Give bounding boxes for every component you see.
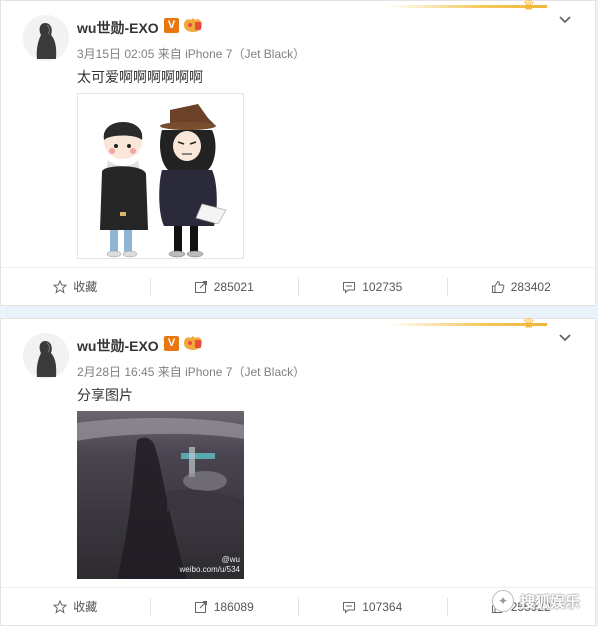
comment-button[interactable]: 107364 [298, 588, 447, 625]
verified-badge[interactable]: V [164, 336, 179, 351]
chevron-down-icon[interactable] [557, 329, 573, 345]
star-icon [53, 279, 68, 294]
weibo-post-card: ♛ wu世勋-EXO V 2月28日 16:45 来自 iPhone 7（Jet… [0, 315, 596, 626]
repost-icon [194, 600, 207, 613]
repost-button[interactable]: 186089 [149, 588, 299, 625]
post-timestamp[interactable]: 3月15日 02:05 [77, 47, 154, 61]
post-meta: 2月28日 16:45 来自 iPhone 7（Jet Black） [77, 363, 305, 380]
post-timestamp[interactable]: 2月28日 16:45 [77, 365, 154, 379]
username[interactable]: wu世勋-EXO [77, 336, 159, 356]
favorite-button[interactable]: 收藏 [1, 268, 150, 305]
crown-icon: ♛ [522, 315, 535, 331]
comment-count: 107364 [362, 599, 403, 614]
watermark-text: 搜狐娱乐 [519, 593, 580, 611]
weibo-post-card: ♛ wu世勋-EXO V 3月15日 02:05 来自 iPhone 7（Jet… [0, 0, 596, 306]
post-meta: 3月15日 02:05 来自 iPhone 7（Jet Black） [77, 45, 305, 62]
star-icon [53, 599, 68, 614]
thumbs-up-icon [491, 280, 505, 293]
post-image-cartoon[interactable] [77, 93, 244, 259]
post-source: 来自 iPhone 7（Jet Black） [157, 47, 306, 61]
vip-icon[interactable] [182, 334, 204, 352]
repost-count: 285021 [213, 279, 254, 294]
avatar[interactable] [23, 333, 69, 379]
username[interactable]: wu世勋-EXO [77, 18, 159, 38]
sohu-logo-icon: ✦ [491, 590, 514, 612]
repost-count: 186089 [213, 599, 254, 614]
post-image-photo[interactable]: @wu weibo.com/u/534 [77, 411, 244, 579]
post-text: 分享图片 [77, 387, 133, 403]
verified-badge[interactable]: V [164, 18, 179, 33]
crown-icon: ♛ [522, 0, 535, 13]
comment-count: 102735 [362, 279, 403, 294]
favorite-label: 收藏 [73, 280, 98, 294]
sohu-watermark: ✦ 搜狐娱乐 [491, 590, 580, 612]
comment-icon [343, 601, 356, 614]
favorite-button[interactable]: 收藏 [1, 588, 150, 625]
avatar[interactable] [23, 15, 69, 61]
chevron-down-icon[interactable] [557, 11, 573, 27]
post-text: 太可爱啊啊啊啊啊啊 [77, 69, 203, 85]
comment-button[interactable]: 102735 [298, 268, 447, 305]
comment-icon [343, 281, 356, 294]
post-source: 来自 iPhone 7（Jet Black） [157, 365, 306, 379]
image-watermark: @wu weibo.com/u/534 [179, 555, 240, 574]
favorite-label: 收藏 [73, 600, 98, 614]
action-bar: 收藏 285021 102735 283402 [1, 267, 595, 305]
repost-button[interactable]: 285021 [149, 268, 299, 305]
like-button[interactable]: 283402 [446, 268, 596, 305]
vip-icon[interactable] [182, 16, 204, 34]
repost-icon [194, 280, 207, 293]
like-count: 283402 [510, 279, 551, 294]
